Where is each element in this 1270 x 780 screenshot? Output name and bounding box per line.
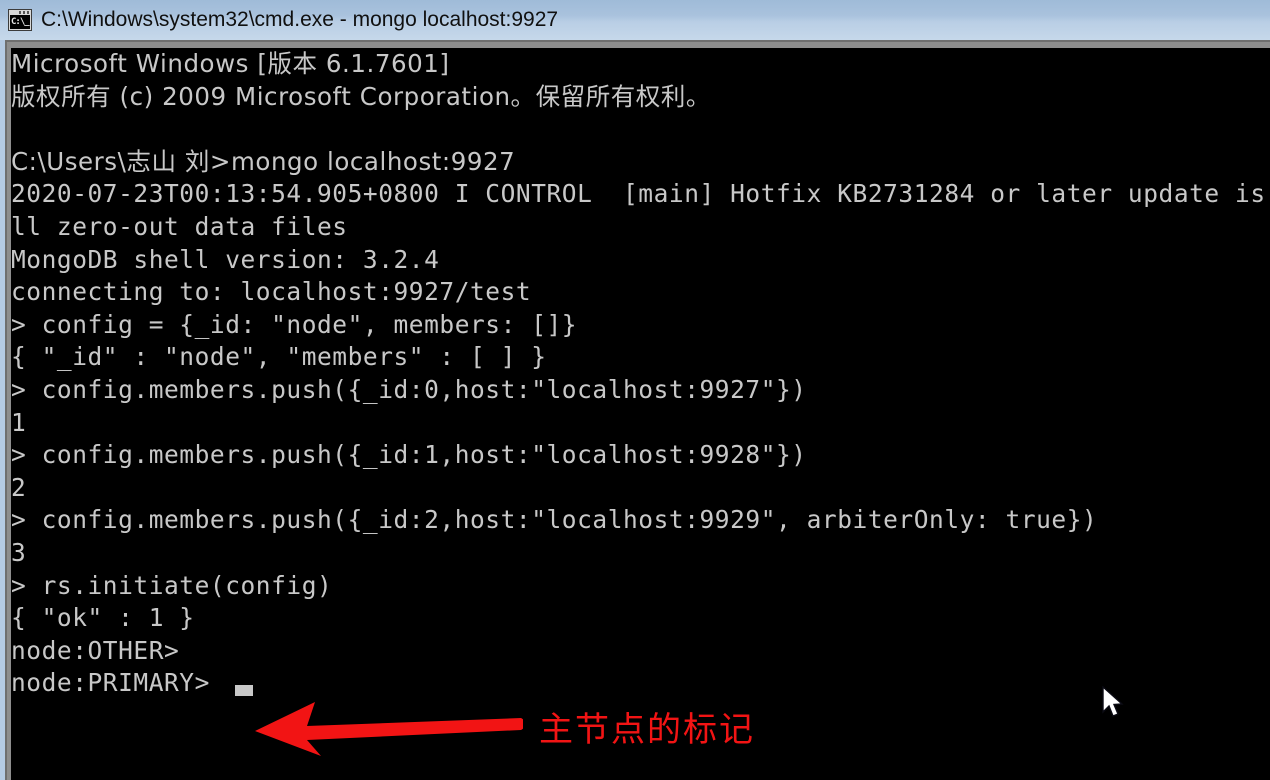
terminal-line: 2020-07-23T00:13:54.905+0800 I CONTROL [… xyxy=(11,179,1266,209)
terminal-line: > config.members.push({_id:2,host:"local… xyxy=(11,505,1098,535)
terminal-line: node:PRIMARY> xyxy=(11,668,210,698)
terminal-line: > rs.initiate(config) xyxy=(11,570,333,600)
terminal-line: > config.members.push({_id:1,host:"local… xyxy=(11,440,807,470)
terminal-line: > config.members.push({_id:0,host:"local… xyxy=(11,374,807,404)
window-title: C:\Windows\system32\cmd.exe - mongo loca… xyxy=(41,8,559,31)
terminal-line: C:\Users\志山 刘>mongo localhost:9927 xyxy=(11,146,516,176)
desktop-screen: C:\_ C:\Windows\system32\cmd.exe - mongo… xyxy=(0,0,1270,780)
cmd-console-icon: C:\_ xyxy=(8,9,32,31)
console-client-area[interactable]: Microsoft Windows [版本 6.1.7601] 版权所有 (c) … xyxy=(11,48,1270,780)
terminal-line: > config = {_id: "node", members: []} xyxy=(11,309,578,339)
terminal-line: 版权所有 (c) 2009 Microsoft Corporation。保留所有… xyxy=(11,81,711,111)
cmd-icon-screen-text: C:\_ xyxy=(10,15,30,29)
window-titlebar[interactable]: C:\_ C:\Windows\system32\cmd.exe - mongo… xyxy=(0,0,1270,40)
terminal-line: connecting to: localhost:9927/test xyxy=(11,277,532,307)
red-left-arrow-icon xyxy=(255,702,523,756)
terminal-line: { "_id" : "node", "members" : [ ] } xyxy=(11,342,547,372)
terminal-line: MongoDB shell version: 3.2.4 xyxy=(11,244,440,274)
terminal-text-cursor xyxy=(235,685,253,696)
annotation-caption: 主节点的标记 xyxy=(539,710,755,750)
terminal-line: ll zero-out data files xyxy=(11,211,348,241)
terminal-line: node:OTHER> xyxy=(11,635,180,665)
terminal-output: Microsoft Windows [版本 6.1.7601] 版权所有 (c) … xyxy=(11,48,1270,700)
terminal-line: 2 xyxy=(11,472,27,502)
titlebar-icon-dots xyxy=(19,11,29,14)
terminal-line: 3 xyxy=(11,537,27,567)
terminal-line: Microsoft Windows [版本 6.1.7601] xyxy=(11,49,450,78)
terminal-line: 1 xyxy=(11,407,27,437)
mouse-cursor-icon xyxy=(1102,686,1124,717)
terminal-line: { "ok" : 1 } xyxy=(11,603,195,633)
